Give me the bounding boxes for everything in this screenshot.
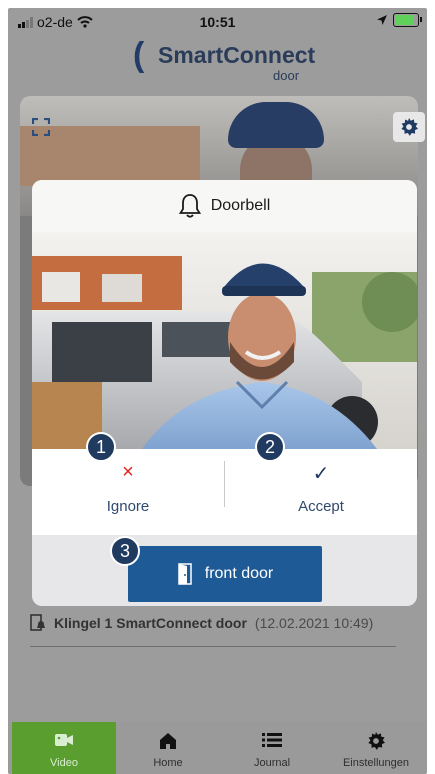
snapshot-image <box>32 232 417 449</box>
history-title: Klingel 1 SmartConnect door <box>54 615 247 631</box>
location-arrow-icon <box>377 15 387 25</box>
logo-mark: ( <box>133 36 145 74</box>
tab-einstellungen[interactable]: Einstellungen <box>324 722 427 774</box>
callout-badge: 2 <box>255 432 285 462</box>
tab-label: Einstellungen <box>342 757 410 769</box>
tab-video[interactable]: Video <box>12 722 116 774</box>
video-settings-button[interactable] <box>393 112 425 142</box>
close-icon: × <box>122 461 134 483</box>
status-bar: o2-de 10:51 <box>8 8 427 34</box>
tab-journal[interactable]: Journal <box>220 722 324 774</box>
history-divider <box>30 646 396 647</box>
history-entry[interactable]: Klingel 1 SmartConnect door (12.02.2021 … <box>30 608 400 638</box>
accept-label: Accept <box>298 498 344 515</box>
callout-badge: 3 <box>110 536 140 566</box>
check-icon: ✓ <box>312 463 330 485</box>
tab-label: Video <box>50 757 78 769</box>
smartconnect-logo: ( SmartConnect door <box>133 36 333 88</box>
clock: 10:51 <box>199 14 236 30</box>
door-icon <box>178 563 192 585</box>
doorbell-snapshot <box>32 232 417 449</box>
list-icon <box>220 732 324 752</box>
gear-icon <box>324 732 427 752</box>
modal-title: Doorbell <box>210 197 271 214</box>
tab-home[interactable]: Home <box>116 722 220 774</box>
home-icon <box>116 732 220 752</box>
accept-button[interactable]: ✓ Accept <box>225 449 417 535</box>
status-right <box>376 13 422 27</box>
bell-icon <box>178 194 201 218</box>
tab-label: Journal <box>253 757 291 769</box>
gear-icon <box>401 118 418 136</box>
bell-door-icon <box>30 614 45 631</box>
ignore-button[interactable]: × Ignore <box>32 449 224 535</box>
app-frame: o2-de 10:51 ( SmartConnect door Klingel … <box>8 8 427 774</box>
video-icon <box>12 732 116 752</box>
open-door-button[interactable]: front door <box>128 546 322 602</box>
callout-badge: 1 <box>86 432 116 462</box>
door-button-label: front door <box>204 565 274 582</box>
fullscreen-icon[interactable] <box>32 118 50 136</box>
modal-header: Doorbell <box>32 180 417 232</box>
call-actions: × Ignore ✓ Accept <box>32 449 417 535</box>
battery-icon <box>393 13 422 27</box>
tab-label: Home <box>153 757 183 769</box>
history-date: (12.02.2021 10:49) <box>254 615 374 631</box>
tab-bar: Video Home Journal Einstellungen <box>8 722 427 774</box>
doorbell-modal: Doorbell × Ignore ✓ Accept front door <box>32 180 417 606</box>
logo-sub: door <box>273 68 300 83</box>
logo-name: SmartConnect <box>158 42 316 68</box>
ignore-label: Ignore <box>106 498 150 515</box>
